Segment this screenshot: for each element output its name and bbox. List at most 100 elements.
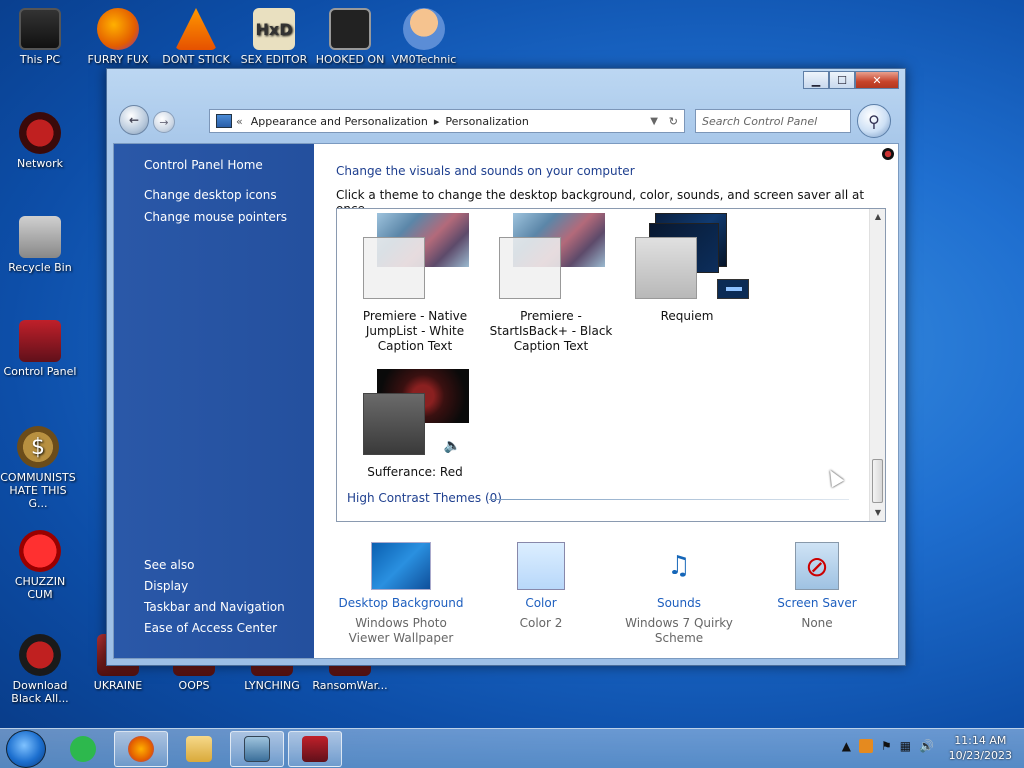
- hxd-icon: HxD: [253, 8, 295, 50]
- help-icon[interactable]: [882, 148, 894, 160]
- screen-saver-setting[interactable]: ⊘ Screen Saver None: [752, 542, 882, 631]
- forward-button[interactable]: →: [153, 111, 175, 133]
- desktop-icon-chuzzin[interactable]: CHUZZIN CUM: [2, 530, 78, 601]
- desktop-icon-hooked-on[interactable]: HOOKED ON: [312, 8, 388, 66]
- clock-date: 10/23/2023: [948, 749, 1012, 762]
- clock[interactable]: 11:14 AM 10/23/2023: [949, 733, 1012, 763]
- breadcrumb-personalization[interactable]: Personalization: [445, 115, 528, 128]
- sidebar-ease-of-access[interactable]: Ease of Access Center: [144, 621, 285, 635]
- photo-viewer-icon: [244, 736, 270, 762]
- flag-icon[interactable]: ⚑: [881, 739, 892, 753]
- window-controls: ▁ ☐ ✕: [803, 71, 899, 89]
- sidebar-change-mouse-pointers[interactable]: Change mouse pointers: [144, 210, 287, 224]
- desktop-icon-download-black[interactable]: Download Black All...: [2, 634, 78, 705]
- control-panel-icon: [302, 736, 328, 762]
- navigation-bar: ← → « Appearance and Personalization ▸ P…: [117, 103, 895, 139]
- maximize-button[interactable]: ☐: [829, 71, 855, 89]
- arrow-right-icon: →: [159, 115, 169, 129]
- theme-premiere-native[interactable]: Premiere - Native JumpList - White Capti…: [347, 213, 483, 354]
- minimize-button[interactable]: ▁: [803, 71, 829, 89]
- scroll-down-icon[interactable]: ▼: [870, 505, 885, 521]
- money-bag-icon: $: [17, 426, 59, 468]
- theme-settings-row: Desktop Background Windows Photo Viewer …: [336, 542, 896, 652]
- clock-time: 11:14 AM: [954, 734, 1007, 747]
- tray-app-icon[interactable]: [858, 739, 873, 753]
- recycle-bin-icon: [19, 216, 61, 258]
- music-notes-icon: ♫: [667, 550, 691, 581]
- address-bar[interactable]: « Appearance and Personalization ▸ Perso…: [209, 109, 685, 133]
- monitor-icon: [19, 8, 61, 50]
- taskbar-file-explorer[interactable]: [172, 731, 226, 767]
- sidebar: Control Panel Home Change desktop icons …: [114, 144, 314, 658]
- breadcrumb-separator[interactable]: ▸: [434, 115, 440, 128]
- desktop-icon-control-panel[interactable]: Control Panel: [2, 320, 78, 378]
- network-icon[interactable]: ▦: [900, 739, 911, 753]
- notes-icon: [70, 736, 96, 762]
- volume-icon[interactable]: 🔊: [919, 739, 934, 753]
- theme-requiem[interactable]: Requiem: [619, 213, 755, 324]
- search-icon: ⚲: [868, 111, 880, 131]
- theme-thumbnail: [347, 213, 483, 305]
- desktop-background-setting[interactable]: Desktop Background Windows Photo Viewer …: [336, 542, 466, 646]
- refresh-icon[interactable]: ↻: [669, 115, 678, 128]
- high-contrast-header[interactable]: High Contrast Themes (0): [347, 491, 502, 505]
- sidebar-taskbar-navigation[interactable]: Taskbar and Navigation: [144, 600, 285, 614]
- theme-sufferance-red[interactable]: 🔈 Sufferance: Red: [347, 369, 483, 480]
- sounds-setting[interactable]: ♫ Sounds Windows 7 Quirky Scheme: [614, 542, 744, 646]
- back-button[interactable]: ←: [119, 105, 149, 135]
- scroll-up-icon[interactable]: ▲: [870, 209, 885, 225]
- start-button[interactable]: [6, 730, 46, 768]
- personalization-window[interactable]: ▁ ☐ ✕ ← → « Appearance and Personalizati…: [106, 68, 906, 666]
- taskbar: ▲ ⚑ ▦ 🔊 11:14 AM 10/23/2023: [0, 728, 1024, 768]
- taskbar-photo-viewer[interactable]: [230, 731, 284, 767]
- control-panel-icon: [216, 114, 232, 128]
- desktop-icon-sex-editor[interactable]: HxD SEX EDITOR: [236, 8, 312, 66]
- desktop-icon-this-pc[interactable]: This PC: [2, 8, 78, 66]
- search-button[interactable]: ⚲: [857, 104, 891, 138]
- no-screensaver-icon: ⊘: [795, 542, 839, 590]
- desktop-icon-network[interactable]: Network: [2, 112, 78, 170]
- chevron-down-icon[interactable]: ▼: [650, 116, 658, 127]
- window-body: Control Panel Home Change desktop icons …: [113, 143, 899, 659]
- taskbar-firefox[interactable]: [114, 731, 168, 767]
- maze-icon: [329, 8, 371, 50]
- wallpaper-icon: [371, 542, 431, 590]
- desktop-icon-communists[interactable]: $ COMMUNISTS HATE THIS G...: [0, 426, 76, 510]
- desktop-icon-furry-fux[interactable]: FURRY FUX: [80, 8, 156, 66]
- sidebar-change-desktop-icons[interactable]: Change desktop icons: [144, 188, 287, 202]
- close-button[interactable]: ✕: [855, 71, 899, 89]
- mouse-cursor-icon: [823, 466, 845, 488]
- color-swatch-icon: [517, 542, 565, 590]
- page-title: Change the visuals and sounds on your co…: [336, 164, 635, 178]
- breadcrumb-appearance[interactable]: Appearance and Personalization: [251, 115, 428, 128]
- vlc-icon: [175, 8, 217, 50]
- taskbar-notes[interactable]: [56, 731, 110, 767]
- download-icon: [19, 634, 61, 676]
- arrow-left-icon: ←: [128, 113, 140, 127]
- main-content: Change the visuals and sounds on your co…: [314, 144, 898, 658]
- desktop-icon-dont-stick[interactable]: DONT STICK: [158, 8, 234, 66]
- taskbar-control-panel[interactable]: [288, 731, 342, 767]
- search-input[interactable]: Search Control Panel: [695, 109, 851, 133]
- theme-thumbnail: 🔈: [347, 369, 483, 461]
- scrollbar[interactable]: ▲ ▼: [869, 209, 885, 521]
- color-setting[interactable]: Color Color 2: [476, 542, 606, 631]
- scroll-thumb[interactable]: [872, 459, 883, 503]
- divider: [489, 499, 849, 500]
- show-hidden-icons-icon[interactable]: ▲: [842, 739, 851, 753]
- theme-premiere-startisback[interactable]: Premiere - StartIsBack+ - Black Caption …: [483, 213, 619, 354]
- folder-icon: [186, 736, 212, 762]
- sidebar-display[interactable]: Display: [144, 579, 285, 593]
- theme-thumbnail: [619, 213, 755, 305]
- address-chevrons[interactable]: «: [236, 115, 243, 128]
- desktop-icon-recycle-bin[interactable]: Recycle Bin: [2, 216, 78, 274]
- control-panel-icon: [19, 320, 61, 362]
- desktop-icon-vm0technic[interactable]: VM0Technic: [386, 8, 462, 66]
- sidebar-control-panel-home[interactable]: Control Panel Home: [144, 158, 287, 172]
- theme-list[interactable]: Premiere - Native JumpList - White Capti…: [336, 208, 886, 522]
- system-tray: ▲ ⚑ ▦ 🔊: [842, 739, 934, 753]
- doctor-icon: [403, 8, 445, 50]
- speaker-icon: 🔈: [443, 438, 461, 454]
- firefox-icon: [128, 736, 154, 762]
- see-also-header: See also: [144, 558, 195, 572]
